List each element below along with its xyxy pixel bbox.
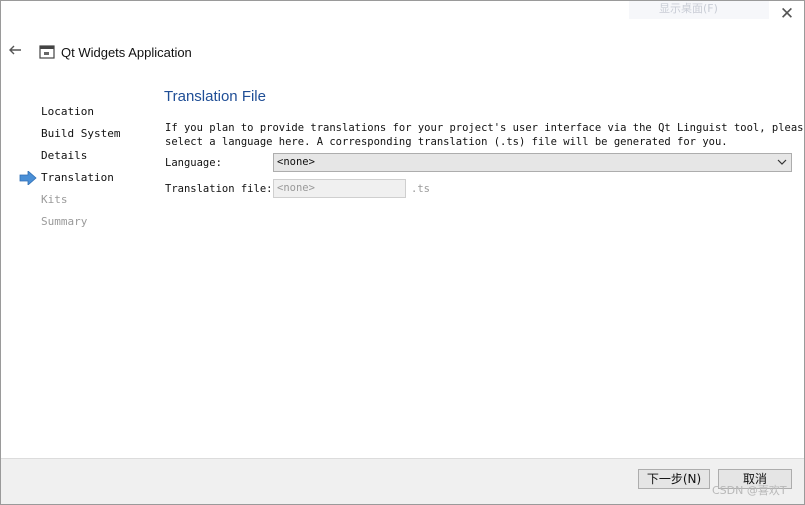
language-select[interactable]: <none>: [273, 153, 792, 172]
step-summary: Summary: [41, 215, 88, 228]
file-suffix: .ts: [411, 183, 430, 195]
page-title: Translation File: [164, 88, 266, 105]
step-build-system: Build System: [41, 127, 121, 140]
ghost-tooltip: 显示桌面(F): [629, 1, 769, 19]
description-line: If you plan to provide translations for …: [165, 122, 805, 134]
step-translation: Translation: [41, 171, 114, 184]
application-window-icon: [39, 45, 55, 59]
wizard-window: 显示桌面(F) ✕ Qt Widgets Application Locatio…: [0, 0, 805, 505]
back-button[interactable]: [7, 42, 25, 60]
close-icon: ✕: [779, 4, 795, 24]
language-select-value: <none>: [277, 156, 315, 168]
wizard-footer: 下一步(N) 取消: [1, 458, 804, 504]
description-line: select a language here. A corresponding …: [165, 136, 728, 148]
watermark: CSDN @喜欢T: [712, 484, 787, 497]
translation-file-input[interactable]: <none>: [273, 179, 406, 198]
wizard-title: Qt Widgets Application: [61, 45, 192, 60]
translation-file-label: Translation file:: [165, 183, 273, 195]
close-button[interactable]: ✕: [777, 4, 797, 24]
step-kits: Kits: [41, 193, 68, 206]
language-label: Language:: [165, 157, 222, 169]
step-location: Location: [41, 105, 94, 118]
chevron-down-icon: [777, 159, 787, 165]
back-arrow-icon: [9, 45, 21, 55]
page-description: If you plan to provide translations for …: [165, 121, 805, 149]
step-details: Details: [41, 149, 88, 162]
next-button[interactable]: 下一步(N): [638, 469, 710, 489]
current-step-arrow-icon: [19, 171, 37, 185]
wizard-steps: Location Build System Details Translatio…: [41, 104, 120, 236]
